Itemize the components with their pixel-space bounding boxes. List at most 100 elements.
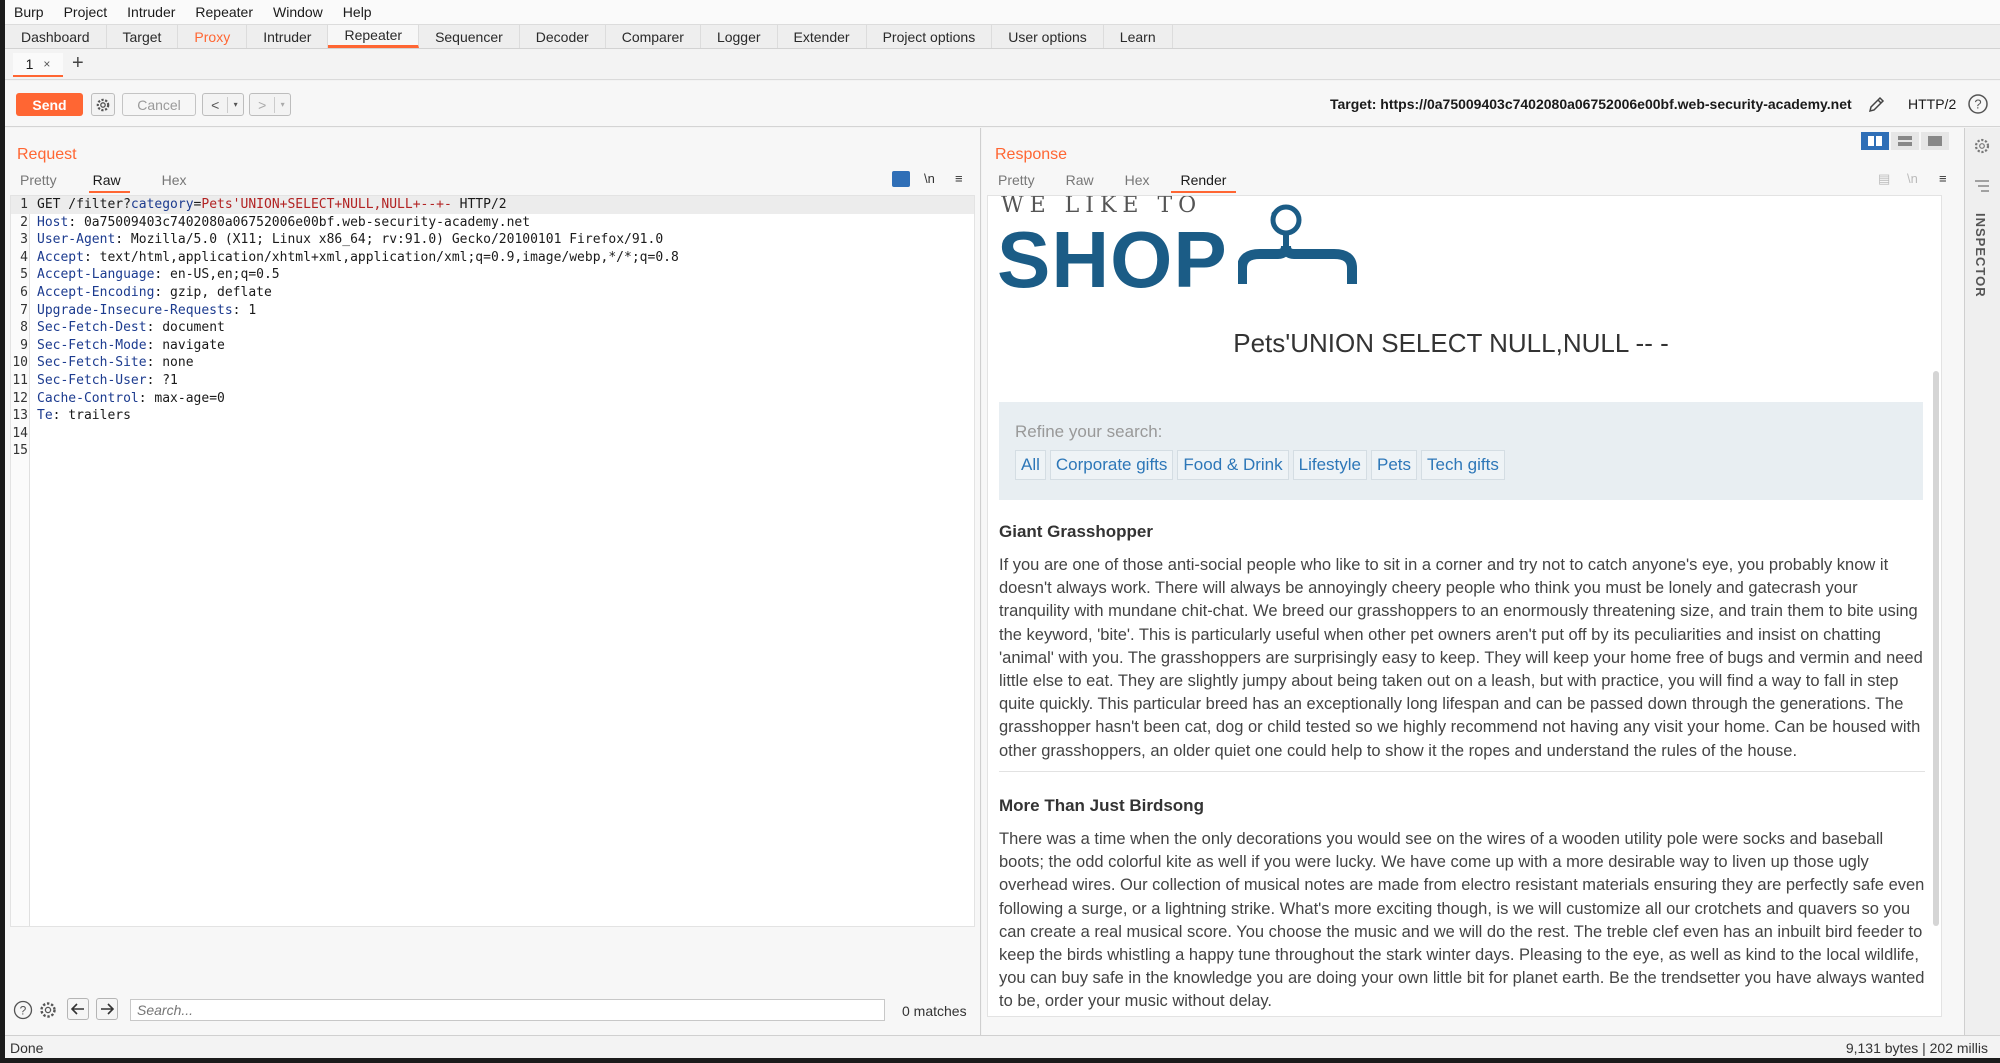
previous-match-button[interactable] — [67, 998, 89, 1020]
code-line[interactable]: 7 Upgrade-Insecure-Requests: 1 — [11, 302, 974, 320]
help-icon[interactable]: ? — [1967, 93, 1989, 115]
request-tab-pretty[interactable]: Pretty — [20, 170, 57, 193]
history-back-button[interactable]: < ▾ — [202, 93, 244, 116]
menu-intruder[interactable]: Intruder — [127, 4, 175, 20]
code-text: : navigate — [146, 337, 225, 353]
code-line[interactable]: 5 Accept-Language: en-US,en;q=0.5 — [11, 266, 974, 284]
menu-burp[interactable]: Burp — [14, 4, 44, 20]
request-editor[interactable]: 1 GET /filter?category=Pets'UNION+SELECT+… — [10, 195, 975, 927]
code-text: : document — [146, 320, 225, 336]
line-number: 2 — [20, 214, 28, 230]
chevron-down-icon[interactable]: ▾ — [228, 100, 243, 109]
chevron-down-icon[interactable]: ▾ — [275, 100, 290, 109]
edit-target-icon[interactable] — [1867, 94, 1887, 114]
tab-dashboard[interactable]: Dashboard — [5, 25, 107, 48]
response-tab-raw[interactable]: Raw — [1066, 170, 1094, 193]
hanger-icon — [1238, 204, 1357, 284]
filter-food-drink[interactable]: Food & Drink — [1177, 450, 1289, 480]
param-value: Pets'UNION+SELECT+NULL,NULL+--+- — [201, 197, 452, 212]
search-input[interactable] — [130, 999, 885, 1021]
send-button[interactable]: Send — [16, 93, 83, 116]
history-forward-button[interactable]: > ▾ — [249, 93, 291, 116]
code-line[interactable]: 4 Accept: text/html,application/xhtml+xml… — [11, 249, 974, 267]
send-settings-button[interactable] — [91, 93, 115, 116]
response-tab-pretty[interactable]: Pretty — [998, 170, 1035, 193]
request-tab-hex[interactable]: Hex — [162, 170, 187, 193]
code-line[interactable]: 6 Accept-Encoding: gzip, deflate — [11, 284, 974, 302]
code-line[interactable]: 12 Cache-Control: max-age=0 — [11, 390, 974, 408]
code-line[interactable]: 1 GET /filter?category=Pets'UNION+SELECT+… — [11, 196, 974, 214]
code-line[interactable]: 14 — [11, 425, 974, 443]
repeater-tab-1[interactable]: 1 × — [13, 53, 63, 77]
response-tab-render[interactable]: Render — [1170, 170, 1237, 193]
editor-menu-icon[interactable]: ≡ — [955, 171, 963, 186]
code-line[interactable]: 13 Te: trailers — [11, 407, 974, 425]
help-icon[interactable]: ? — [13, 1000, 33, 1020]
tab-extender[interactable]: Extender — [778, 25, 867, 48]
menu-bar: Burp Project Intruder Repeater Window He… — [5, 0, 2000, 24]
line-content: Te: trailers — [37, 407, 131, 425]
code-line[interactable]: 10 Sec-Fetch-Site: none — [11, 354, 974, 372]
line-number: 8 — [20, 320, 28, 336]
code-line[interactable]: 3 User-Agent: Mozilla/5.0 (X11; Linux x86… — [11, 231, 974, 249]
layout-side-by-side-button[interactable] — [1861, 132, 1889, 150]
tab-user-options[interactable]: User options — [992, 25, 1104, 48]
request-view-tabs: Pretty Raw Hex — [20, 170, 187, 193]
tab-decoder[interactable]: Decoder — [520, 25, 606, 48]
tab-intruder[interactable]: Intruder — [247, 25, 329, 48]
line-number: 14 — [12, 425, 28, 441]
tab-sequencer[interactable]: Sequencer — [419, 25, 520, 48]
code-line[interactable]: 8 Sec-Fetch-Dest: document — [11, 319, 974, 337]
inspector-tab[interactable]: INSPECTOR — [1973, 213, 1988, 298]
line-number: 11 — [12, 372, 28, 388]
tab-learn[interactable]: Learn — [1104, 25, 1173, 48]
menu-window[interactable]: Window — [273, 4, 323, 20]
gear-icon[interactable] — [1973, 137, 1991, 155]
close-icon[interactable]: × — [43, 57, 50, 71]
forward-arrow-icon: > — [250, 96, 276, 113]
add-tab-button[interactable]: + — [72, 52, 84, 75]
protocol-label[interactable]: HTTP/2 — [1908, 96, 1956, 112]
render-scrollbar[interactable] — [1933, 371, 1939, 926]
rows-icon — [1898, 136, 1912, 146]
tab-proxy[interactable]: Proxy — [178, 25, 248, 48]
next-match-button[interactable] — [96, 998, 118, 1020]
menu-project[interactable]: Project — [64, 4, 108, 20]
code-line[interactable]: 11 Sec-Fetch-User: ?1 — [11, 372, 974, 390]
code-text: : none — [146, 355, 194, 371]
filter-all[interactable]: All — [1015, 450, 1046, 480]
arrow-left-icon — [71, 1003, 84, 1015]
line-number: 1 — [20, 197, 28, 212]
menu-help[interactable]: Help — [343, 4, 372, 20]
tab-repeater[interactable]: Repeater — [328, 25, 420, 48]
code-line[interactable]: 2 Host: 0a75009403c7402080a06752006e00bf.… — [11, 214, 974, 232]
editor-menu-icon[interactable]: ≡ — [1939, 171, 1947, 186]
layout-tabs-button[interactable] — [1921, 132, 1949, 150]
word-wrap-icon[interactable] — [892, 171, 910, 187]
header-name: Upgrade-Insecure-Requests — [37, 302, 233, 318]
tab-comparer[interactable]: Comparer — [606, 25, 701, 48]
list-icon[interactable] — [1975, 180, 1989, 192]
code-line[interactable]: 9 Sec-Fetch-Mode: navigate — [11, 337, 974, 355]
filter-tech-gifts[interactable]: Tech gifts — [1421, 450, 1505, 480]
header-name: Sec-Fetch-Dest — [37, 320, 147, 336]
layout-stacked-button[interactable] — [1891, 132, 1919, 150]
request-title: Request — [17, 146, 77, 163]
repeater-toolbar: Send Cancel < ▾ > ▾ Target: https://0a75… — [5, 81, 2000, 127]
code-text: : gzip, deflate — [154, 284, 272, 300]
newline-toggle[interactable]: \n — [924, 171, 935, 186]
gear-icon[interactable] — [38, 1000, 58, 1020]
menu-repeater[interactable]: Repeater — [195, 4, 253, 20]
tab-project-options[interactable]: Project options — [867, 25, 993, 48]
code-text: : ?1 — [146, 372, 178, 388]
code-line[interactable]: 15 — [11, 442, 974, 460]
line-content: Cache-Control: max-age=0 — [37, 390, 225, 408]
cancel-button[interactable]: Cancel — [122, 93, 196, 116]
filter-lifestyle[interactable]: Lifestyle — [1292, 450, 1367, 480]
filter-pets[interactable]: Pets — [1370, 450, 1418, 480]
tab-target[interactable]: Target — [107, 25, 179, 48]
response-tab-hex[interactable]: Hex — [1125, 170, 1150, 193]
filter-corporate-gifts[interactable]: Corporate gifts — [1049, 450, 1174, 480]
request-tab-raw[interactable]: Raw — [88, 170, 130, 193]
tab-logger[interactable]: Logger — [701, 25, 778, 48]
